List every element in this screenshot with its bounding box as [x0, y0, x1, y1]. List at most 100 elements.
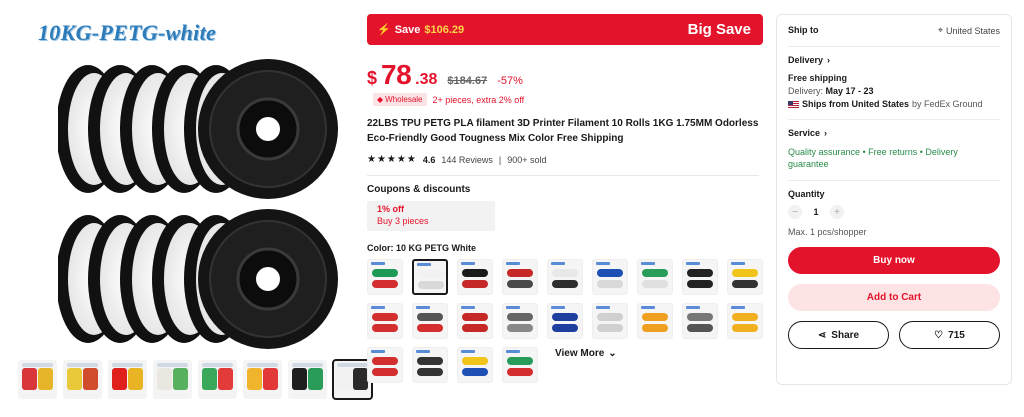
carrier: by FedEx Ground: [912, 99, 983, 109]
ships-from: Ships from United States by FedEx Ground: [788, 99, 1000, 109]
chevron-right-icon: ›: [824, 128, 828, 138]
color-swatch[interactable]: [682, 303, 718, 339]
view-more-button[interactable]: View More ⌄: [555, 348, 617, 359]
spool-row: [372, 324, 398, 332]
thumbnail[interactable]: [198, 360, 237, 399]
thumbnail[interactable]: [243, 360, 282, 399]
tag-icon: ◆: [377, 95, 384, 104]
chevron-down-icon: ⌄: [608, 348, 617, 359]
delivery-dates: Delivery: May 17 - 23: [788, 86, 1000, 96]
swatch-label-strip: [551, 262, 565, 265]
ship-location[interactable]: ⌖ United States: [938, 25, 1000, 36]
color-swatch[interactable]: [637, 259, 673, 295]
thumbnail-label-strip: [337, 363, 368, 367]
reviews-link[interactable]: 144 Reviews: [441, 155, 493, 165]
thumbnail-label-strip: [292, 363, 323, 367]
swatch-label-strip: [686, 262, 700, 265]
thumbnail[interactable]: [63, 360, 102, 399]
image-gallery: 10KG-PETG-white: [0, 0, 373, 417]
color-swatch[interactable]: [547, 259, 583, 295]
color-swatch[interactable]: [457, 347, 493, 383]
quantity-value[interactable]: 1: [810, 207, 822, 217]
currency-symbol: $: [367, 68, 378, 88]
color-swatch[interactable]: [367, 259, 403, 295]
color-swatch[interactable]: [412, 347, 448, 383]
spool-row: [732, 280, 758, 288]
spool-shape: [292, 368, 307, 390]
wholesale-text: 2+ pieces, extra 2% off: [432, 94, 525, 105]
spool-row: [732, 324, 758, 332]
spool-row: [418, 281, 444, 289]
thumbnail[interactable]: [18, 360, 57, 399]
wishlist-button[interactable]: ♡ 715: [899, 321, 1000, 349]
spool-row: [417, 368, 443, 376]
swatch-label-strip: [461, 262, 475, 265]
decrease-quantity-button[interactable]: −: [788, 205, 802, 219]
share-button[interactable]: ⋖ Share: [788, 321, 889, 349]
spool-row: [372, 269, 398, 277]
swatch-label-strip: [416, 350, 430, 353]
service-heading[interactable]: Service ›: [788, 128, 1000, 138]
color-swatch[interactable]: [367, 347, 403, 383]
filament-spools-image: [58, 59, 338, 349]
image-overlay-title: 10KG-PETG-white: [38, 20, 217, 45]
color-swatch[interactable]: [502, 347, 538, 383]
buy-now-button[interactable]: Buy now: [788, 247, 1000, 274]
spool-row: [597, 280, 623, 288]
swatch-label-strip: [641, 306, 655, 309]
color-swatch[interactable]: [682, 259, 718, 295]
color-swatch[interactable]: [592, 259, 628, 295]
delivery-range: May 17 - 23: [825, 86, 874, 96]
color-swatch[interactable]: [457, 303, 493, 339]
spool-row: [642, 324, 668, 332]
swatch-label-strip: [371, 262, 385, 265]
increase-quantity-button[interactable]: +: [830, 205, 844, 219]
spool-row: [372, 280, 398, 288]
heart-icon: ♡: [934, 329, 944, 341]
swatch-label-strip: [416, 306, 430, 309]
spool-row: [732, 269, 758, 277]
divider: |: [498, 154, 502, 165]
ship-to-row[interactable]: Ship to ⌖ United States: [788, 25, 1000, 36]
color-swatch[interactable]: [547, 303, 583, 339]
swatch-label-strip: [686, 306, 700, 309]
share-icon: ⋖: [817, 329, 827, 341]
spool-row: [552, 313, 578, 321]
color-swatch[interactable]: [592, 303, 628, 339]
swatch-label-strip: [551, 306, 565, 309]
purchase-panel: Ship to ⌖ United States Delivery › Free …: [776, 14, 1012, 385]
color-swatch[interactable]: [727, 259, 763, 295]
color-swatch[interactable]: [457, 259, 493, 295]
thumbnail-label-strip: [22, 363, 53, 367]
divider-line: [788, 46, 1000, 47]
color-swatch[interactable]: [502, 259, 538, 295]
main-product-image[interactable]: 10KG-PETG-white: [18, 14, 348, 349]
color-swatch[interactable]: [727, 303, 763, 339]
coupon-card[interactable]: 1% off Buy 3 pieces: [367, 201, 495, 231]
spool-row: [462, 313, 488, 321]
spool-row: [507, 269, 533, 277]
spool-shape: [38, 368, 53, 390]
color-swatch[interactable]: [367, 303, 403, 339]
color-swatch[interactable]: [502, 303, 538, 339]
spool-row: [687, 280, 713, 288]
color-swatch[interactable]: [637, 303, 673, 339]
delivery-heading[interactable]: Delivery ›: [788, 55, 1000, 65]
us-flag-icon: [788, 100, 799, 108]
star-rating-icon: ★★★★★: [367, 154, 417, 165]
spool-shape: [263, 368, 278, 390]
spool-row: [417, 324, 443, 332]
thumbnail-label-strip: [67, 363, 98, 367]
spool-row: [507, 313, 533, 321]
spool-shape: [218, 368, 233, 390]
thumbnail[interactable]: [153, 360, 192, 399]
add-to-cart-button[interactable]: Add to Cart: [788, 284, 1000, 311]
spool-row: [462, 280, 488, 288]
color-swatch[interactable]: [412, 259, 448, 295]
thumbnail[interactable]: [108, 360, 147, 399]
spool-row: [552, 280, 578, 288]
share-label: Share: [831, 329, 860, 341]
spool-shape: [112, 368, 127, 390]
thumbnail[interactable]: [288, 360, 327, 399]
color-swatch[interactable]: [412, 303, 448, 339]
